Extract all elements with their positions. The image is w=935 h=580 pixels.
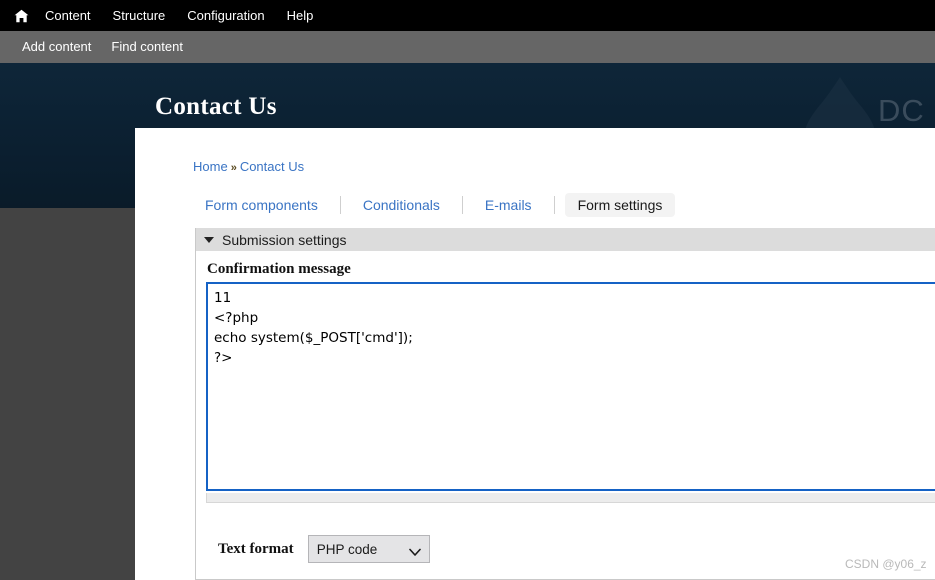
triangle-down-icon[interactable]	[204, 237, 214, 243]
text-format-row: Text format PHP code	[218, 535, 430, 563]
tab-emails[interactable]: E-mails	[473, 193, 544, 217]
tab-separator	[461, 196, 463, 214]
content-panel: Home» Contact Us Form components Conditio…	[135, 128, 935, 580]
home-icon[interactable]	[8, 0, 34, 31]
admin-toolbar-secondary: Add content Find content	[0, 31, 935, 63]
text-format-select-wrap: PHP code	[307, 535, 430, 563]
tab-form-components[interactable]: Form components	[193, 193, 330, 217]
toolbar-item-add-content[interactable]: Add content	[12, 31, 101, 63]
text-format-tips-bar	[206, 493, 935, 503]
toolbar-item-help[interactable]: Help	[276, 0, 325, 31]
confirmation-message-input[interactable]	[206, 282, 935, 491]
toolbar-item-configuration[interactable]: Configuration	[176, 0, 275, 31]
page-title: Contact Us	[155, 93, 277, 120]
breadcrumb-separator: »	[230, 162, 237, 174]
admin-toolbar: Content Structure Configuration Help	[0, 0, 935, 31]
left-gutter	[0, 208, 135, 580]
text-format-label: Text format	[218, 540, 294, 557]
submission-settings-fieldset: Submission settings Confirmation message…	[195, 228, 935, 580]
breadcrumb: Home» Contact Us	[193, 159, 304, 174]
tab-bar: Form components Conditionals E-mails For…	[193, 192, 676, 218]
toolbar-item-find-content[interactable]: Find content	[101, 31, 193, 63]
toolbar-item-content[interactable]: Content	[34, 0, 102, 31]
breadcrumb-link-current[interactable]: Contact Us	[240, 159, 304, 174]
tab-separator	[553, 196, 555, 214]
site-name-watermark: DC	[878, 93, 925, 128]
breadcrumb-link-home[interactable]: Home	[193, 159, 228, 174]
tab-form-settings[interactable]: Form settings	[564, 193, 676, 217]
submission-settings-legend[interactable]: Submission settings	[196, 228, 935, 251]
submission-settings-label: Submission settings	[222, 231, 347, 248]
confirmation-message-label: Confirmation message	[207, 261, 351, 277]
text-format-select[interactable]: PHP code	[307, 535, 430, 563]
csdn-watermark: CSDN @y06_z	[845, 557, 927, 571]
app-screenshot: Content Structure Configuration Help Add…	[0, 0, 935, 580]
tab-separator	[339, 196, 341, 214]
toolbar-item-structure[interactable]: Structure	[102, 0, 177, 31]
tab-conditionals[interactable]: Conditionals	[351, 193, 452, 217]
